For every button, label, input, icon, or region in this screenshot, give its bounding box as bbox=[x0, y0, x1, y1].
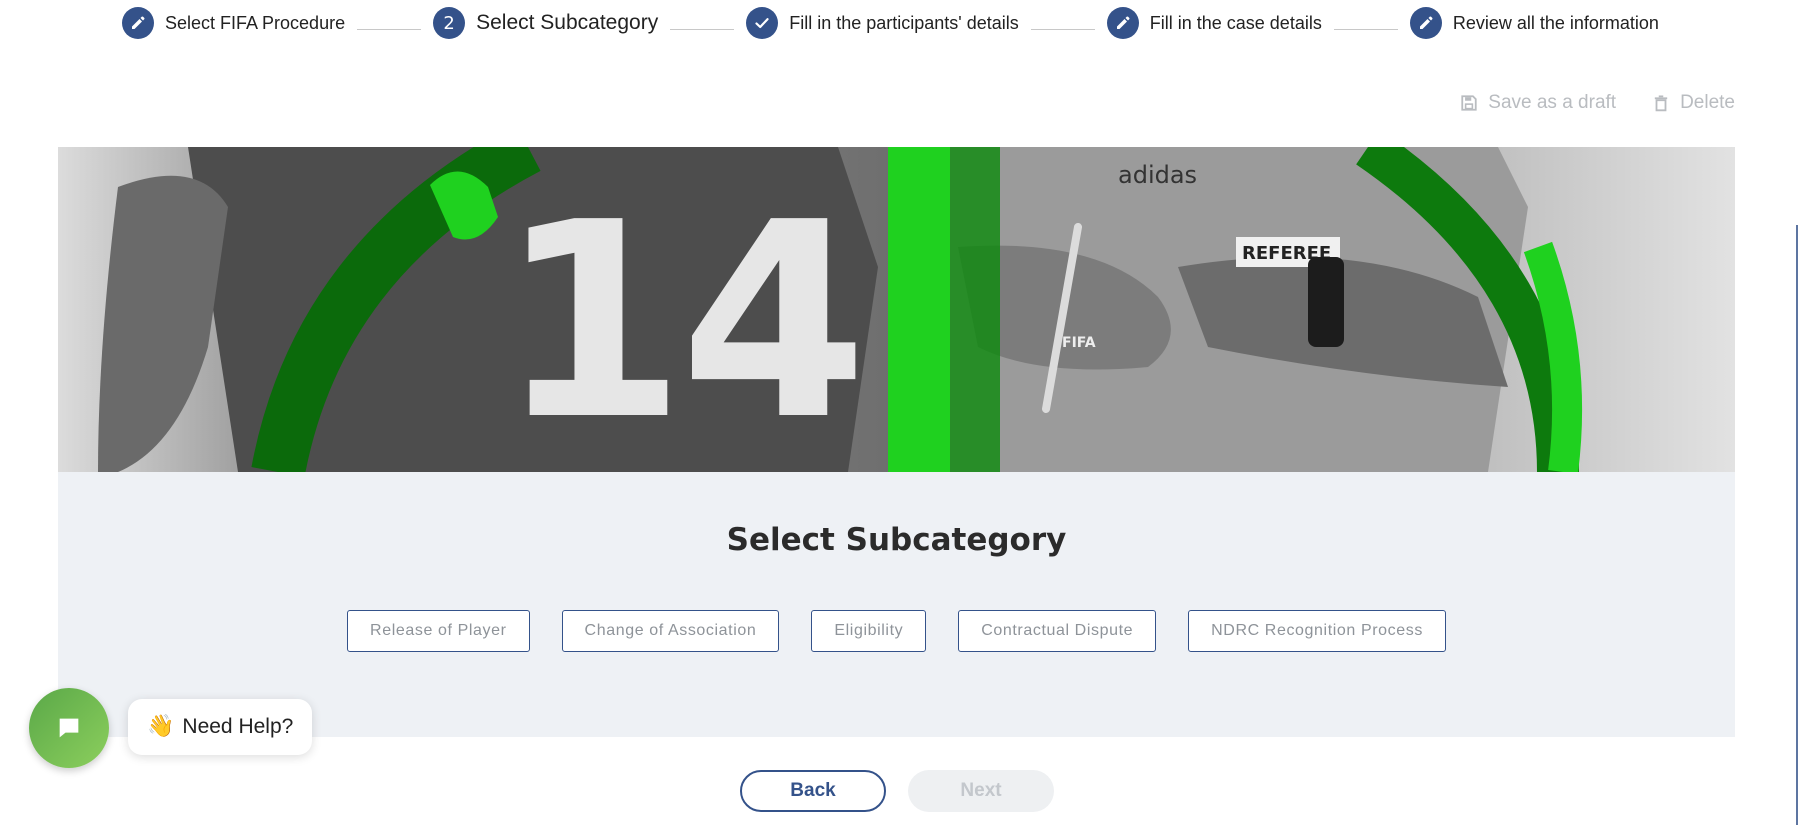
check-icon bbox=[746, 7, 779, 39]
step-connector bbox=[357, 28, 422, 30]
subcategory-panel: Select Subcategory Release of Player Cha… bbox=[58, 472, 1735, 737]
save-icon bbox=[1461, 95, 1477, 111]
option-eligibility[interactable]: Eligibility bbox=[811, 610, 927, 652]
save-draft-label: Save as a draft bbox=[1488, 92, 1617, 113]
adidas-logo: adidas bbox=[1118, 161, 1197, 189]
progress-stepper: Select FIFA Procedure 2 Select Subcatego… bbox=[122, 6, 1659, 40]
save-draft-button[interactable]: Save as a draft bbox=[1460, 92, 1616, 114]
delete-label: Delete bbox=[1680, 92, 1735, 113]
pencil-icon bbox=[122, 7, 154, 39]
jersey-number: 14 bbox=[498, 164, 862, 472]
step-connector bbox=[1333, 28, 1398, 30]
chat-launcher-button[interactable] bbox=[29, 688, 109, 768]
option-contractual-dispute[interactable]: Contractual Dispute bbox=[958, 610, 1157, 652]
hero-banner-image: 14 adidas REFEREE FIFA bbox=[58, 147, 1735, 472]
step-number: 2 bbox=[433, 7, 466, 39]
back-button[interactable]: Back bbox=[740, 770, 886, 812]
option-change-of-association[interactable]: Change of Association bbox=[561, 610, 780, 652]
chat-icon bbox=[59, 718, 79, 738]
step-label: Review all the information bbox=[1452, 12, 1659, 33]
fifa-crest: FIFA bbox=[1062, 335, 1096, 351]
scrollbar[interactable] bbox=[1796, 225, 1798, 825]
step-case-details[interactable]: Fill in the case details bbox=[1106, 7, 1322, 39]
step-select-fifa-procedure[interactable]: Select FIFA Procedure bbox=[122, 7, 345, 39]
option-ndrc-recognition-process[interactable]: NDRC Recognition Process bbox=[1188, 610, 1446, 652]
next-button[interactable]: Next bbox=[908, 770, 1054, 812]
step-select-subcategory[interactable]: 2 Select Subcategory bbox=[433, 7, 658, 39]
step-participants-details[interactable]: Fill in the participants' details bbox=[746, 7, 1019, 39]
pencil-icon bbox=[1106, 7, 1139, 39]
step-review-information[interactable]: Review all the information bbox=[1409, 7, 1659, 39]
step-connector bbox=[670, 28, 735, 30]
wizard-navigation: Back Next bbox=[740, 770, 1054, 812]
waving-hand-icon: 👋 bbox=[147, 714, 175, 739]
need-help-bubble[interactable]: 👋 Need Help? bbox=[128, 699, 313, 755]
step-label: Fill in the case details bbox=[1149, 12, 1322, 33]
step-label: Select FIFA Procedure bbox=[165, 12, 346, 33]
delete-button[interactable]: Delete bbox=[1652, 92, 1735, 114]
page-title: Select Subcategory bbox=[726, 522, 1067, 558]
step-label: Fill in the participants' details bbox=[789, 12, 1019, 33]
draft-toolbar: Save as a draft Delete bbox=[1460, 92, 1735, 114]
need-help-label: Need Help? bbox=[182, 715, 294, 738]
subcategory-options: Release of Player Change of Association … bbox=[58, 610, 1735, 652]
pencil-icon bbox=[1409, 7, 1442, 39]
option-release-of-player[interactable]: Release of Player bbox=[347, 610, 530, 652]
step-connector bbox=[1030, 28, 1095, 30]
trash-icon bbox=[1654, 95, 1668, 112]
step-label: Select Subcategory bbox=[476, 11, 659, 34]
